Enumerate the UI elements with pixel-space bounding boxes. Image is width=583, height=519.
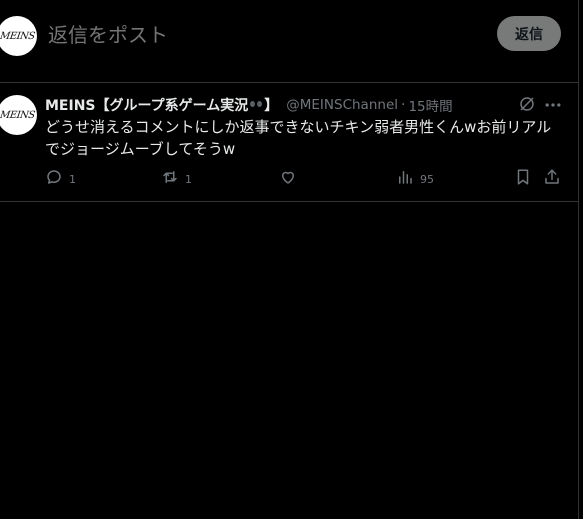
tweet-text: どうせ消えるコメントにしか返事できないチキン弱者男性くんwお前リアル でジョージ… [45, 118, 552, 158]
bookmark-icon [514, 168, 532, 190]
like-action[interactable] [279, 169, 303, 189]
eyes-emoji-icon [249, 98, 263, 110]
more-icon[interactable] [543, 95, 563, 115]
display-name-text: MEINS【グループ系ゲーム実況 [45, 98, 249, 114]
avatar[interactable]: MEINS [0, 95, 37, 135]
column-border [578, 0, 579, 519]
views-icon [396, 168, 414, 190]
reply-count: 1 [69, 172, 76, 186]
repost-action[interactable]: 1 [161, 169, 192, 189]
reply-thread-panel: MEINS 返信 MEINS MEINS【グループ系ゲーム実況】 @MEINSC… [0, 0, 578, 519]
user-handle[interactable]: @MEINSChannel [286, 97, 398, 113]
repost-count: 1 [185, 172, 192, 186]
repost-icon [161, 168, 179, 190]
share-icon [543, 168, 561, 190]
reply-composer: MEINS 返信 [0, 0, 578, 82]
tweet-actions: 1 1 95 [45, 169, 565, 189]
avatar[interactable]: MEINS [0, 16, 37, 56]
views-count: 95 [420, 172, 434, 186]
share-action[interactable] [543, 169, 561, 189]
like-icon [279, 168, 297, 190]
avatar-logo: MEINS [0, 109, 36, 121]
reply-input[interactable] [46, 19, 470, 51]
tweet-header: MEINS【グループ系ゲーム実況】 @MEINSChannel · 15時間 [45, 95, 453, 115]
reply-action[interactable]: 1 [45, 169, 76, 189]
reply-icon [45, 168, 63, 190]
views-action[interactable]: 95 [396, 169, 434, 189]
bookmark-action[interactable] [514, 169, 532, 189]
display-name-end: 】 [264, 98, 279, 114]
grok-icon[interactable] [518, 95, 536, 113]
timestamp[interactable]: 15時間 [408, 95, 452, 115]
separator-dot: · [401, 97, 406, 113]
reply-button[interactable]: 返信 [497, 16, 561, 51]
avatar-logo: MEINS [0, 30, 36, 42]
tweet[interactable]: MEINS MEINS【グループ系ゲーム実況】 @MEINSChannel · … [0, 83, 578, 201]
display-name[interactable]: MEINS【グループ系ゲーム実況】 [45, 95, 278, 115]
divider [0, 201, 578, 202]
